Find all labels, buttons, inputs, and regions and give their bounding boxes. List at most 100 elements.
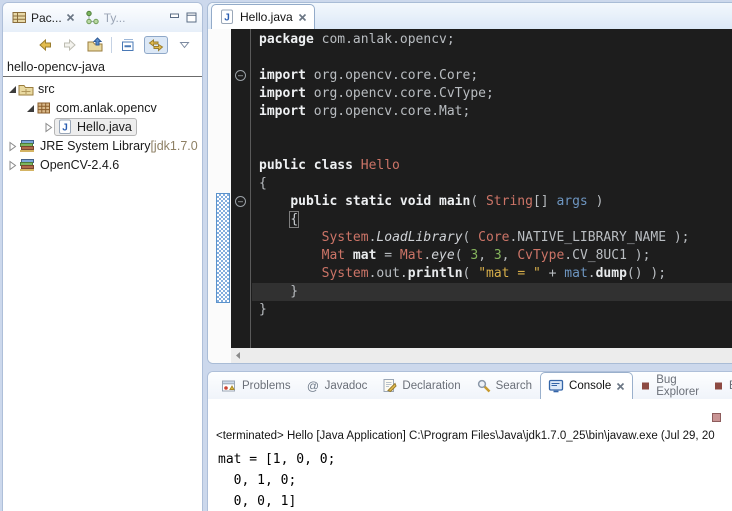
console-tab-console[interactable]: Console [540, 372, 633, 399]
console-tab-javadoc[interactable]: @ Javadoc [299, 372, 375, 399]
editor-tab-hello-java[interactable]: J Hello.java [211, 4, 315, 29]
type-hierarchy-icon [85, 10, 100, 25]
code-line-6[interactable] [252, 121, 732, 139]
console-tab-label: Javadoc [325, 380, 368, 392]
tree-item-decoration: [jdk1.7.0 [150, 139, 197, 153]
folding-ruler[interactable]: –– [231, 29, 251, 348]
code-token: { [290, 212, 298, 227]
java-file-icon: J [219, 9, 235, 25]
code-line-4[interactable]: import org.opencv.core.CvType; [252, 85, 732, 103]
package-explorer-tabbar: Pac... Ty... [3, 3, 202, 32]
package-explorer-tree: hello-opencv-java srccom.anlak.opencvJHe… [3, 58, 202, 174]
expander-expanded-icon[interactable] [7, 82, 18, 96]
code-line-9[interactable]: { [252, 175, 732, 193]
close-icon[interactable] [66, 13, 75, 22]
console-tab-bug[interactable]: Bug [707, 372, 732, 399]
console-tab-declaration[interactable]: Declaration [375, 372, 467, 399]
code-token: org.opencv.core.Mat; [306, 104, 470, 119]
code-line-7[interactable] [252, 139, 732, 157]
code-line-1[interactable]: package com.anlak.opencv; [252, 31, 732, 49]
collapse-all-icon [120, 37, 136, 53]
tree-item-src[interactable]: src [3, 79, 202, 98]
code-token: args [556, 194, 587, 209]
view-tab-label: Pac... [31, 11, 62, 25]
code-content[interactable]: package com.anlak.opencv; import org.open… [252, 31, 732, 319]
code-line-16[interactable]: } [252, 301, 732, 319]
console-output[interactable]: mat = [1, 0, 0; 0, 1, 0; 0, 0, 1] [218, 449, 335, 511]
close-icon[interactable] [616, 382, 625, 391]
editor-tabbar: J Hello.java [208, 3, 732, 29]
code-token: .NATIVE_LIBRARY_NAME ); [509, 230, 689, 245]
tree-root-project[interactable]: hello-opencv-java [3, 59, 202, 76]
code-token: ( [470, 194, 486, 209]
console-tab-bug-explorer[interactable]: Bug Explorer [634, 372, 706, 399]
code-line-13[interactable]: Mat mat = Mat.eye( 3, 3, CvType.CV_8UC1 … [252, 247, 732, 265]
code-token: public class [259, 158, 353, 173]
code-line-11[interactable]: { [252, 211, 732, 229]
close-icon[interactable] [298, 13, 307, 22]
console-tab-label: Search [496, 380, 532, 392]
tree-item-opencv-2-4-6[interactable]: OpenCV-2.4.6 [3, 155, 202, 174]
terminate-button[interactable] [712, 413, 721, 422]
console-tab-label: Declaration [402, 380, 460, 392]
svg-text:@: @ [306, 379, 318, 393]
console-tab-problems[interactable]: Problems [214, 372, 298, 399]
maximize-icon[interactable] [186, 12, 197, 23]
tree-item-label: OpenCV-2.4.6 [40, 158, 119, 172]
code-token: ( [455, 248, 471, 263]
tree-item-label: JRE System Library [40, 139, 150, 153]
view-tab-ty[interactable]: Ty... [81, 8, 130, 27]
expander-collapsed-icon[interactable] [7, 158, 18, 172]
code-viewport[interactable]: –– package com.anlak.opencv;import org.o… [231, 29, 732, 348]
editor-hscrollbar[interactable] [208, 348, 732, 363]
link-editor-icon [148, 38, 164, 52]
code-token: System [322, 230, 369, 245]
up-button[interactable] [86, 36, 104, 54]
code-token: 3 [494, 248, 502, 263]
code-line-2[interactable] [252, 49, 732, 67]
expander-collapsed-icon[interactable] [43, 120, 54, 134]
tree-item-hello-java[interactable]: JHello.java [3, 117, 202, 136]
code-token: mat [345, 248, 376, 263]
scroll-left-icon[interactable] [234, 351, 242, 360]
code-token: = [376, 248, 399, 263]
code-line-14[interactable]: System.out.println( "mat = " + mat.dump(… [252, 265, 732, 283]
code-token: Mat [322, 248, 345, 263]
problems-icon [221, 379, 237, 393]
console-tab-label: Problems [242, 380, 291, 392]
library-icon [18, 157, 36, 173]
code-line-12[interactable]: System.LoadLibrary( Core.NATIVE_LIBRARY_… [252, 229, 732, 247]
code-token: public static void main [290, 194, 470, 209]
tree-item-label: Hello.java [77, 120, 132, 134]
code-token: { [259, 176, 267, 191]
console-tab-search[interactable]: Search [469, 372, 539, 399]
back-button[interactable] [36, 36, 54, 54]
editor-body: –– package com.anlak.opencv;import org.o… [208, 29, 732, 348]
code-line-3[interactable]: import org.opencv.core.Core; [252, 67, 732, 85]
code-token: , [502, 248, 518, 263]
minimize-icon[interactable] [169, 12, 180, 23]
view-menu-button[interactable] [175, 36, 193, 54]
console-tab-label: Bug Explorer [656, 374, 699, 398]
code-line-5[interactable]: import org.opencv.core.Mat; [252, 103, 732, 121]
bug-icon [641, 381, 651, 391]
package-explorer-icon [12, 10, 27, 25]
code-token: [] [533, 194, 556, 209]
code-token: mat [564, 266, 587, 281]
fold-collapse-icon[interactable]: – [235, 70, 246, 81]
tree-root-underline [3, 76, 202, 77]
code-token [259, 194, 290, 209]
expander-expanded-icon[interactable] [25, 101, 36, 115]
link-with-editor-button[interactable] [144, 36, 168, 54]
console-status-line: <terminated> Hello [Java Application] C:… [216, 430, 715, 442]
code-line-10[interactable]: public static void main( String[] args ) [252, 193, 732, 211]
code-line-8[interactable]: public class Hello [252, 157, 732, 175]
tree-item-jre-system-library[interactable]: JRE System Library [jdk1.7.0 [3, 136, 202, 155]
tree-item-com-anlak-opencv[interactable]: com.anlak.opencv [3, 98, 202, 117]
fold-collapse-icon[interactable]: – [235, 196, 246, 207]
view-tab-pac[interactable]: Pac... [8, 8, 79, 27]
collapse-all-button[interactable] [119, 36, 137, 54]
expander-collapsed-icon[interactable] [7, 139, 18, 153]
forward-button[interactable] [61, 36, 79, 54]
code-line-15[interactable]: } [252, 283, 732, 301]
